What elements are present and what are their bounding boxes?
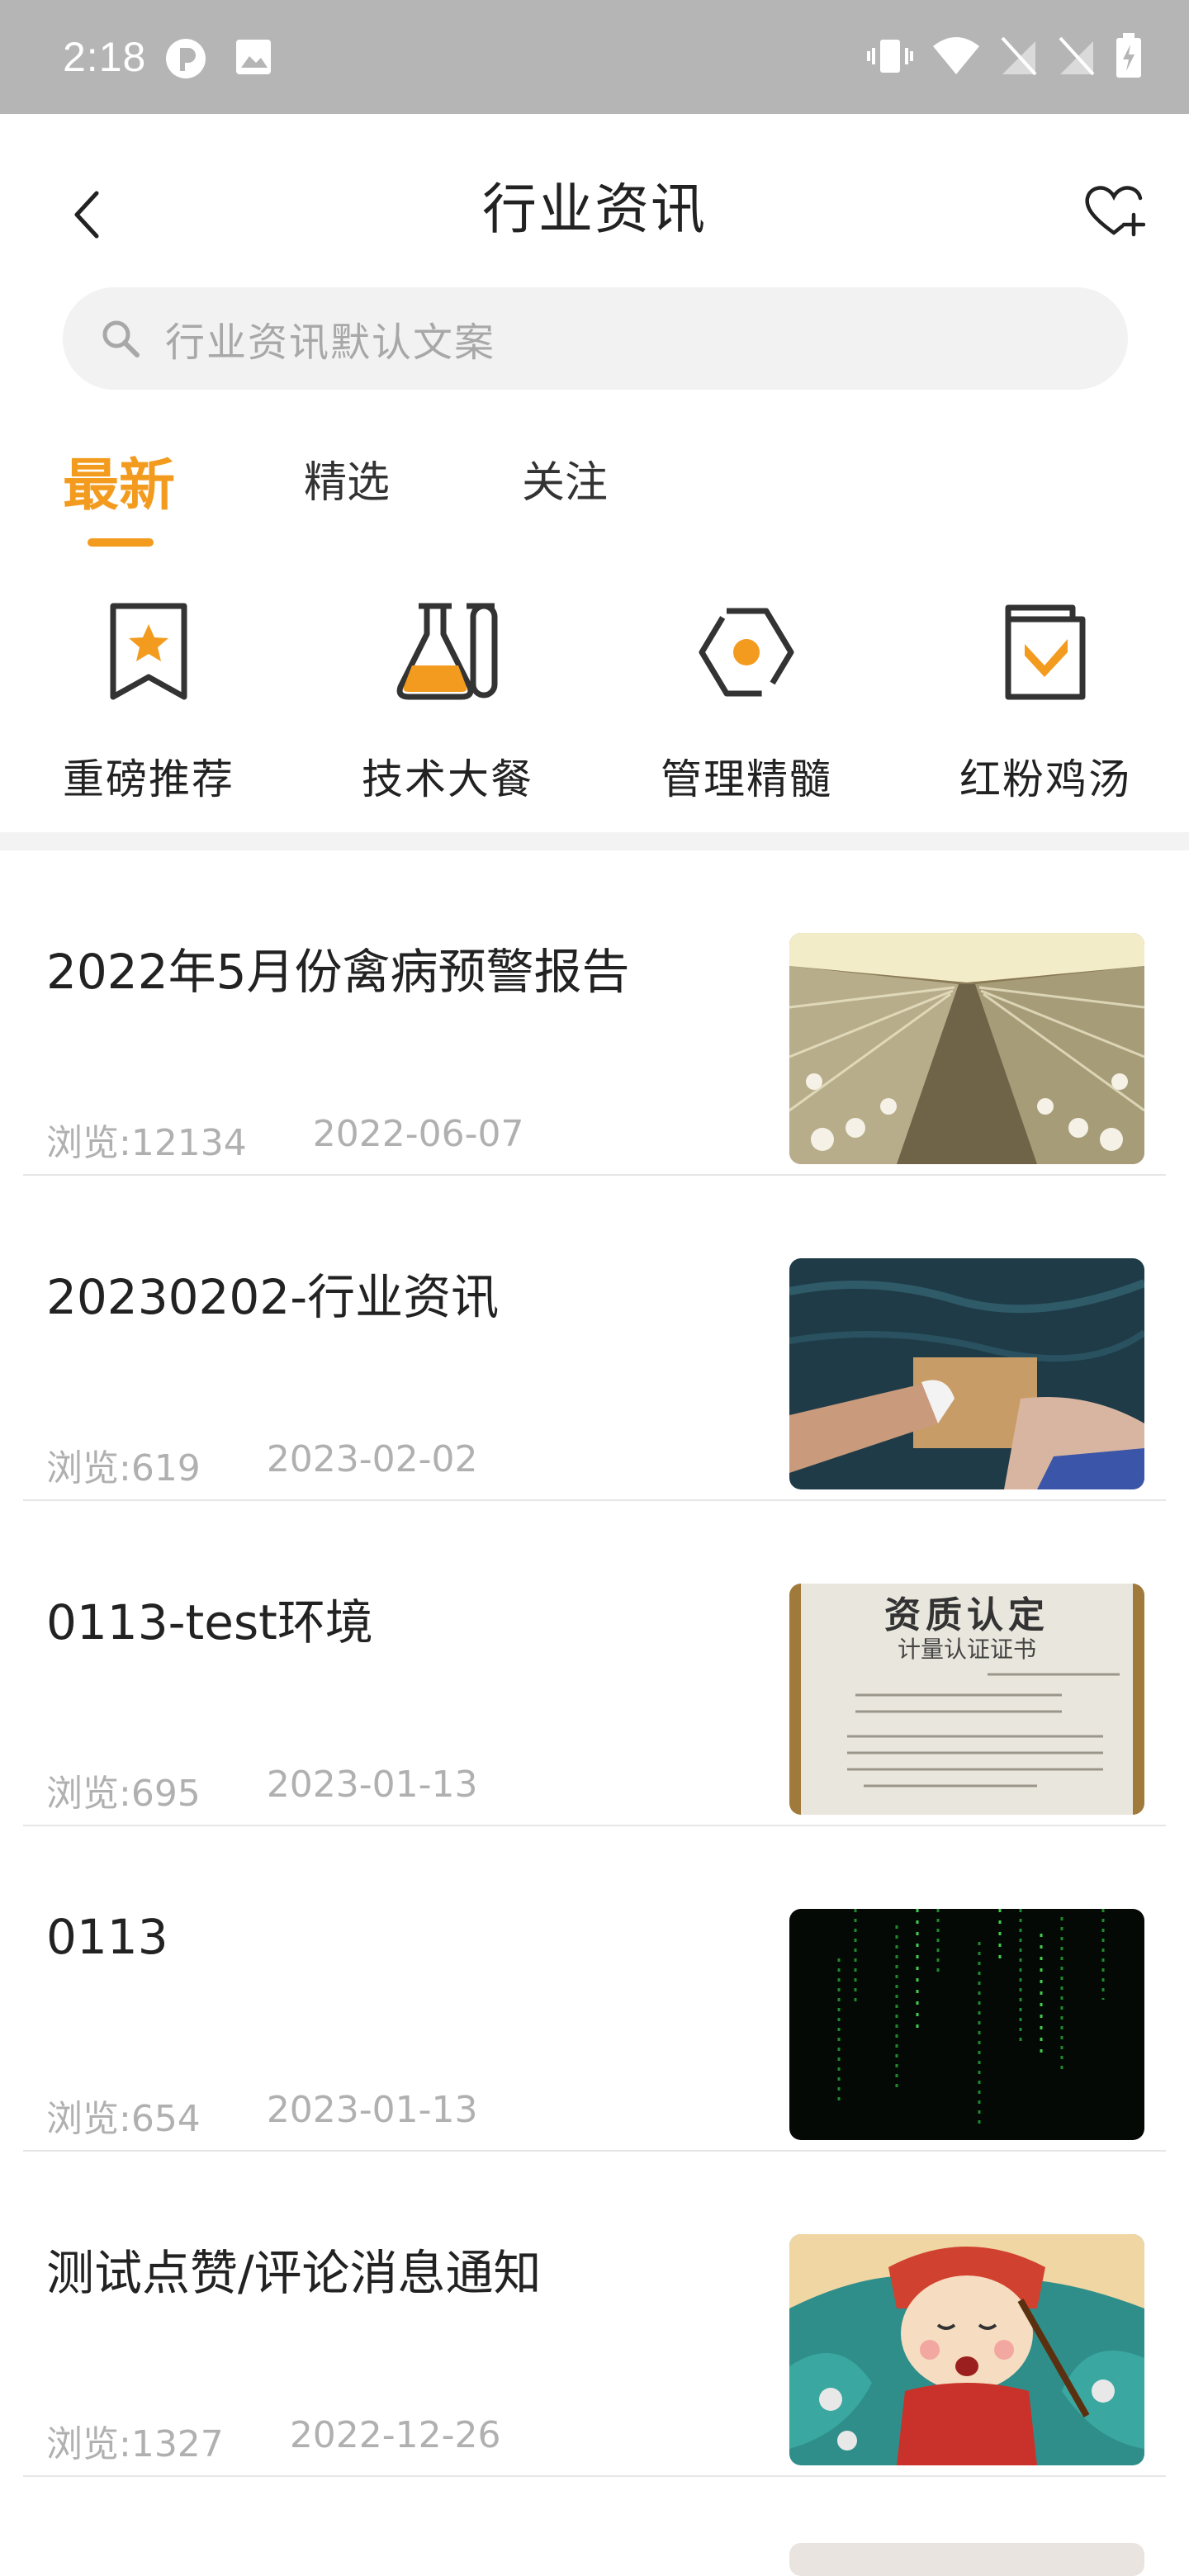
no-sim-icon (1057, 35, 1097, 81)
matrix-code-image (789, 1909, 1144, 2140)
article-item[interactable]: 0113-test环境 浏览:695 2023-01-13 资质认定 计量认证证… (23, 1501, 1166, 1826)
search-placeholder: 行业资讯默认文案 (165, 320, 496, 366)
book-check-icon (988, 594, 1103, 710)
article-date: 2023-01-13 (266, 2089, 478, 2131)
battery-charging-icon (1115, 33, 1143, 83)
category-grid: 重磅推荐 技术大餐 管理精髓 红粉鸡汤 (0, 594, 1189, 817)
article-meta: 浏览:1327 2022-12-26 (46, 2414, 501, 2467)
article-meta: 浏览:695 2023-01-13 (46, 1764, 478, 1816)
article-views: 浏览:619 (46, 1447, 201, 1489)
no-sim-icon (999, 35, 1039, 81)
article-title: 2022年5月份禽病预警报告 (46, 944, 630, 1000)
tab-featured[interactable]: 精选 (304, 447, 390, 509)
article-title: 20230202-行业资讯 (46, 1269, 500, 1325)
article-title: 测试点赞/评论消息通知 (46, 2245, 542, 2301)
certificate-heading: 资质认定 (884, 1594, 1049, 1636)
sea-legs-image (789, 1258, 1144, 1489)
article-title: 0113-test环境 (46, 1594, 373, 1650)
article-title: 0113 (46, 1909, 168, 1965)
article-date: 2022-12-26 (289, 2414, 501, 2456)
wifi-icon (931, 35, 981, 81)
article-views: 浏览:654 (46, 2098, 201, 2140)
article-list: 2022年5月份禽病预警报告 浏览:12134 2022-06-07 20230… (0, 850, 1189, 2576)
tab-bar: 最新 精选 关注 (0, 429, 1189, 553)
category-management[interactable]: 管理精髓 (639, 594, 854, 806)
article-views: 浏览:695 (46, 1773, 201, 1815)
article-meta: 浏览:619 2023-02-02 (46, 1438, 478, 1491)
article-date: 2023-02-02 (266, 1438, 478, 1480)
status-bar: 2:18 (0, 0, 1189, 114)
search-input[interactable]: 行业资讯默认文案 (63, 287, 1128, 390)
poultry-farm-image (789, 933, 1144, 1164)
bookmark-star-icon (91, 594, 206, 710)
page-title: 行业资讯 (482, 178, 707, 241)
category-tech[interactable]: 技术大餐 (340, 594, 555, 806)
app-header: 行业资讯 (0, 114, 1189, 291)
category-featured-recommend[interactable]: 重磅推荐 (41, 594, 256, 806)
article-item[interactable]: 测试点赞/评论消息通知 浏览:1327 2022-12-26 (23, 2152, 1166, 2477)
article-date: 2023-01-13 (266, 1764, 478, 1806)
article-item[interactable]: 0113 浏览:654 2023-01-13 (23, 1826, 1166, 2152)
article-meta: 浏览:654 2023-01-13 (46, 2089, 478, 2142)
article-item[interactable]: 20230202-行业资讯 浏览:619 2023-02-02 (23, 1176, 1166, 1501)
article-date: 2022-06-07 (312, 1113, 524, 1155)
search-icon (102, 320, 140, 358)
favorite-button[interactable] (1077, 170, 1151, 253)
heart-plus-icon (1085, 186, 1145, 237)
clipped-next-item (51, 2540, 1144, 2576)
category-label: 重磅推荐 (63, 755, 234, 803)
article-item[interactable]: 2022年5月份禽病预警报告 浏览:12134 2022-06-07 (23, 850, 1166, 1176)
category-label: 红粉鸡汤 (959, 755, 1131, 803)
category-label: 管理精髓 (661, 755, 832, 803)
image-icon (233, 36, 274, 81)
certificate-image: 资质认定 计量认证证书 (789, 1584, 1144, 1815)
flask-icon (390, 594, 505, 710)
category-label: 技术大餐 (362, 755, 533, 803)
cartoon-character-image (789, 2234, 1144, 2465)
section-divider (0, 832, 1189, 850)
status-time: 2:18 (63, 34, 147, 80)
certificate-subheading: 计量认证证书 (897, 1636, 1036, 1663)
article-meta: 浏览:12134 2022-06-07 (46, 1113, 524, 1166)
active-tab-indicator (88, 538, 154, 547)
tab-following[interactable]: 关注 (522, 447, 608, 509)
tab-latest[interactable]: 最新 (63, 439, 175, 521)
pinwheel-app-icon (163, 36, 208, 84)
article-views: 浏览:1327 (46, 2423, 224, 2465)
article-views: 浏览:12134 (46, 1122, 247, 1164)
category-inspiration[interactable]: 红粉鸡汤 (938, 594, 1153, 806)
vibrate-icon (867, 33, 913, 83)
hexagon-dot-icon (689, 594, 804, 710)
article-item-partial[interactable] (23, 2477, 1166, 2576)
